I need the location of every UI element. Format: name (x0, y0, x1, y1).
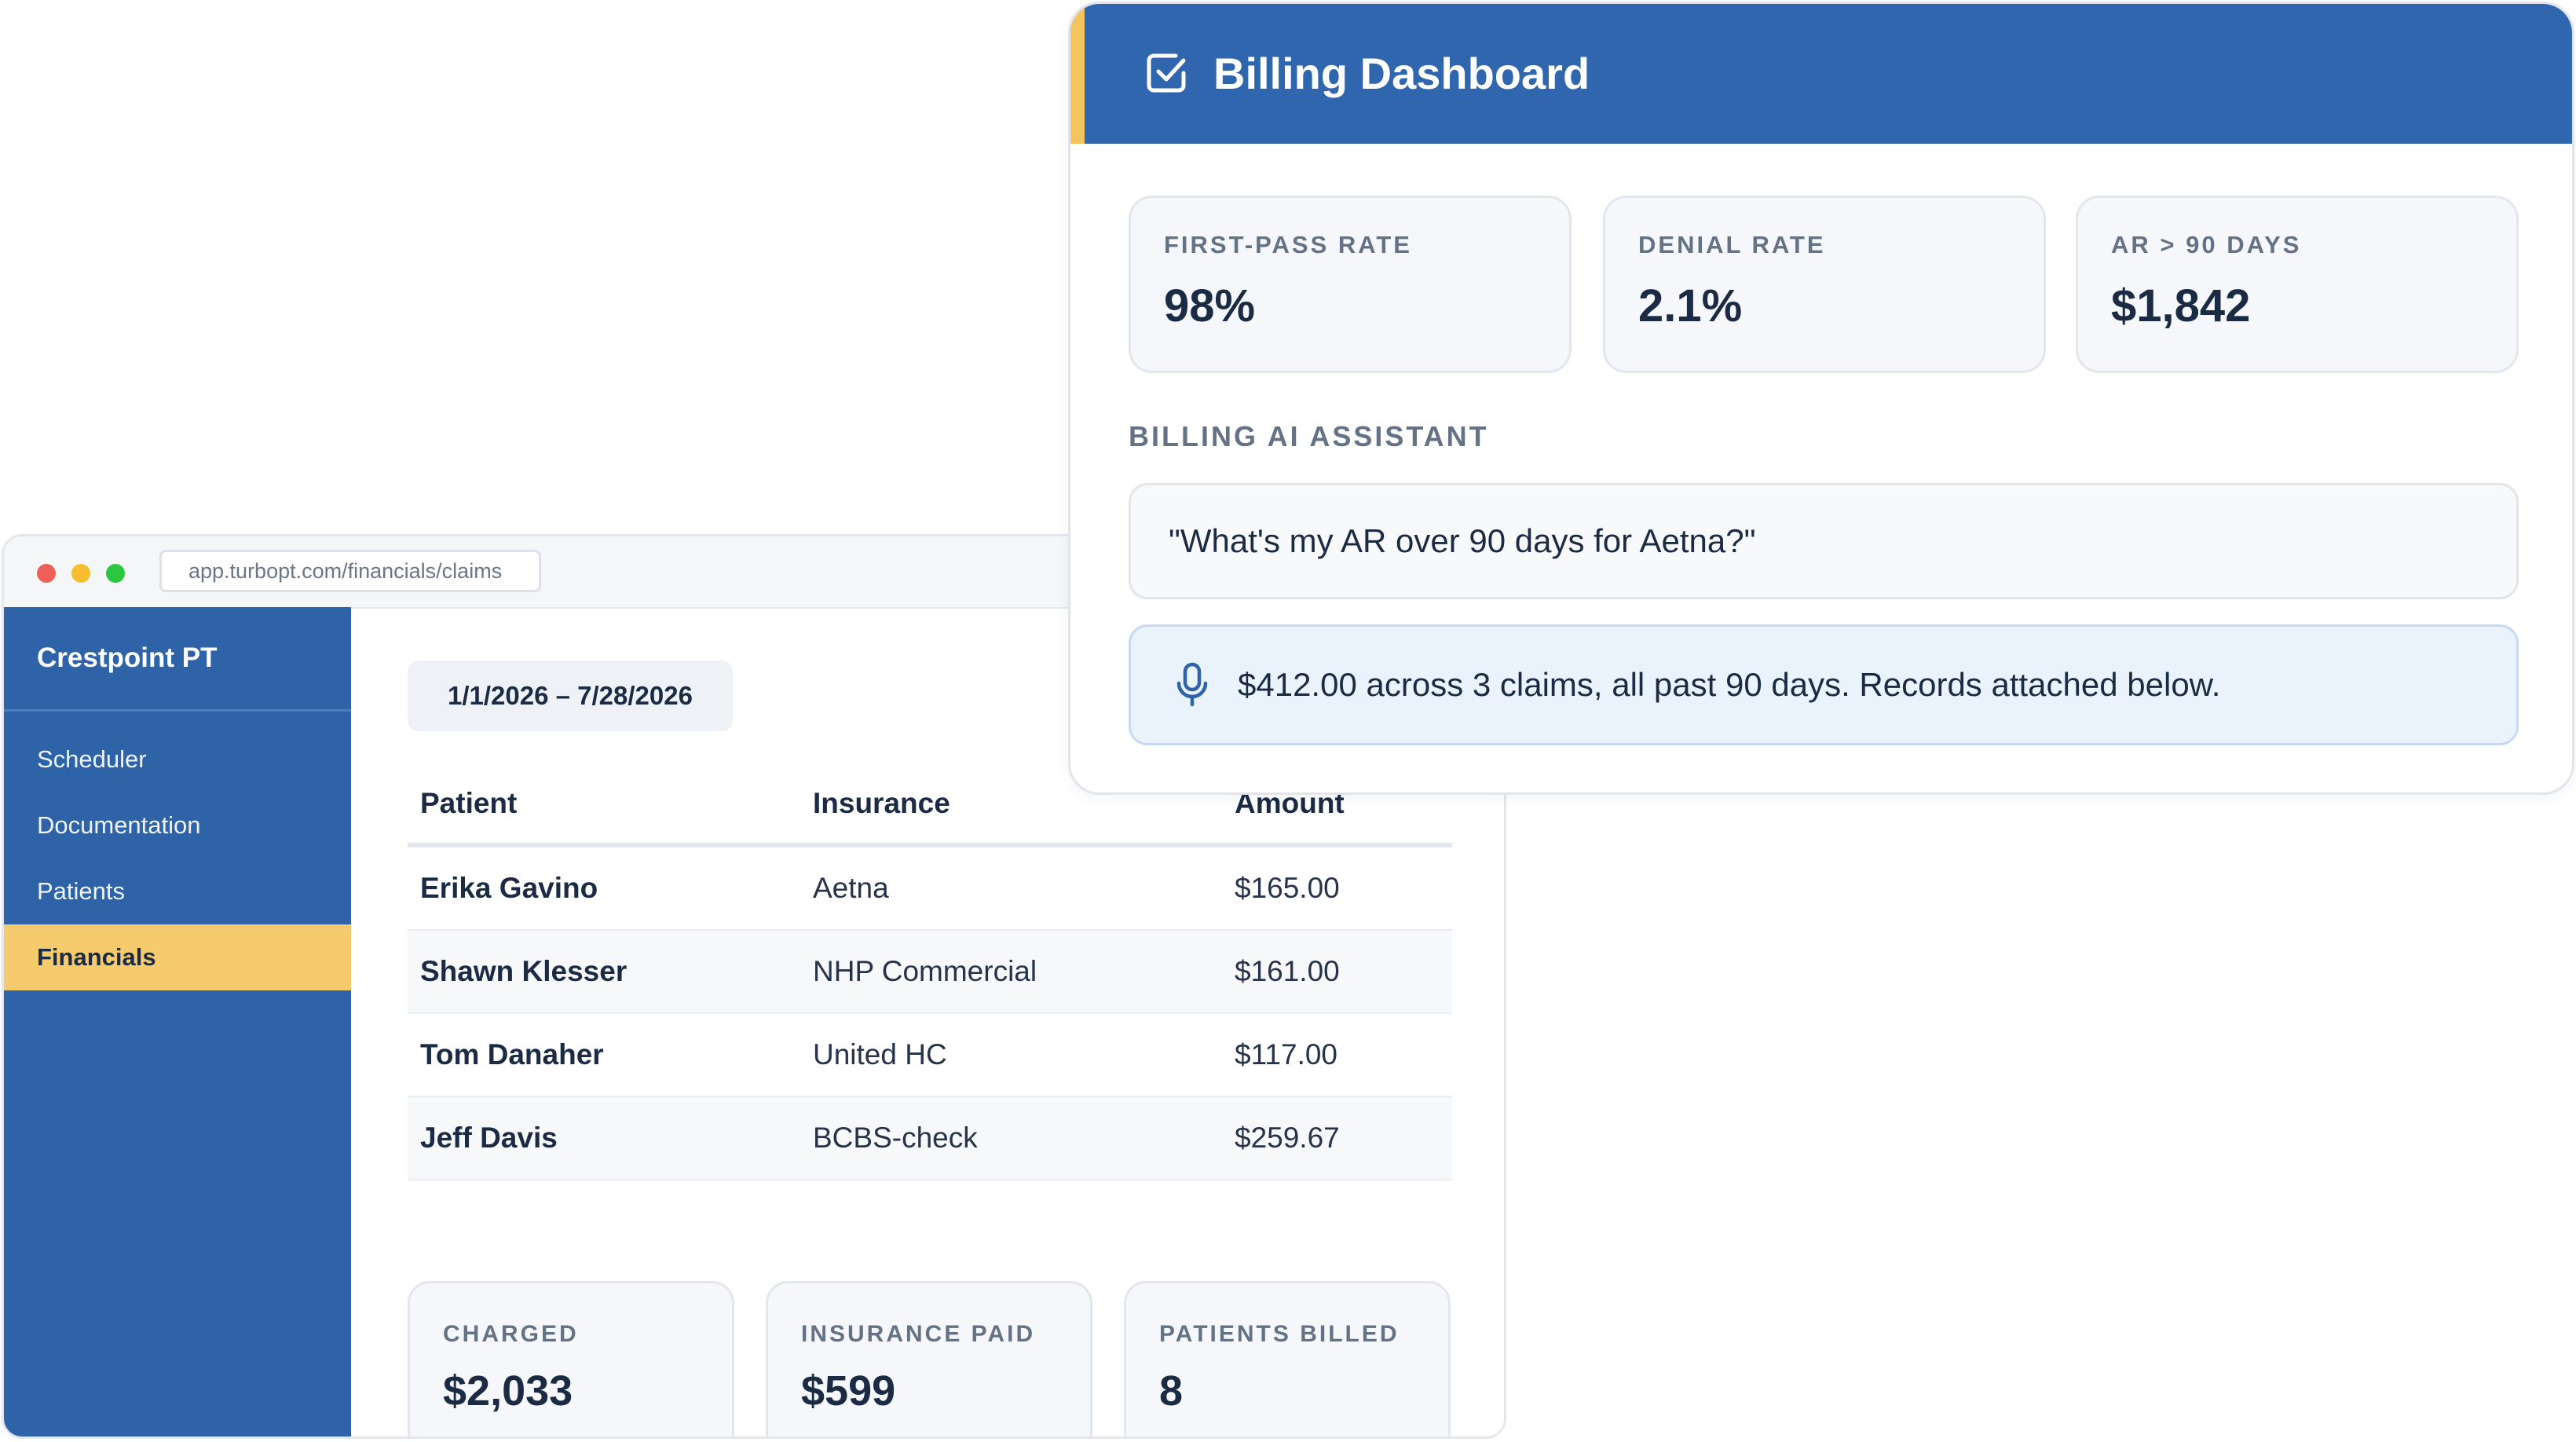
microphone-icon (1176, 662, 1208, 707)
minimize-window-button[interactable] (71, 564, 90, 583)
metric-value: 98% (1164, 280, 1256, 331)
insurance-name: Aetna (813, 872, 889, 904)
table-row[interactable]: Shawn Klesser NHP Commercial $161.00 (408, 931, 1452, 1014)
close-window-button[interactable] (37, 564, 56, 583)
checkbox-icon (1147, 53, 1186, 93)
metric-value: $1,842 (2111, 280, 2251, 331)
patient-name: Tom Danaher (420, 1038, 604, 1071)
stat-value: 8 (1159, 1367, 1184, 1415)
address-bar[interactable]: app.turbopt.com/financials/claims (159, 550, 541, 592)
dashboard-title: Billing Dashboard (1213, 49, 1590, 98)
metric-label: FIRST-PASS RATE (1164, 231, 1412, 258)
stat-label: PATIENTS BILLED (1159, 1321, 1400, 1347)
claim-amount: $259.67 (1235, 1122, 1340, 1154)
assistant-answer-text: $412.00 across 3 claims, all past 90 day… (1238, 666, 2221, 703)
stat-card-patients-billed: PATIENTS BILLED 8 (1124, 1281, 1451, 1437)
sidebar: Crestpoint PT Scheduler Documentation Pa… (4, 607, 351, 1437)
column-header-insurance[interactable]: Insurance (813, 764, 950, 843)
insurance-name: NHP Commercial (813, 955, 1037, 987)
stat-value: $2,033 (443, 1367, 573, 1415)
assistant-query-bubble: "What's my AR over 90 days for Aetna?" (1129, 483, 2519, 599)
sidebar-item-documentation[interactable]: Documentation (4, 792, 351, 858)
patient-name: Shawn Klesser (420, 955, 628, 987)
metric-card-ar-over-90-days: AR > 90 DAYS $1,842 (2076, 196, 2519, 373)
stat-card-insurance-paid: INSURANCE PAID $599 (766, 1281, 1092, 1437)
insurance-name: United HC (813, 1038, 947, 1071)
metric-label: AR > 90 DAYS (2111, 231, 2302, 258)
claim-amount: $161.00 (1235, 955, 1340, 987)
claim-amount: $117.00 (1235, 1038, 1337, 1071)
patient-name: Jeff Davis (420, 1122, 558, 1154)
assistant-answer-bubble: $412.00 across 3 claims, all past 90 day… (1129, 624, 2519, 745)
patient-name: Erika Gavino (420, 872, 598, 904)
claims-table: Patient Insurance Amount Erika Gavino Ae… (408, 764, 1452, 1180)
date-range-picker[interactable]: 1/1/2026 – 7/28/2026 (408, 661, 733, 731)
table-row[interactable]: Jeff Davis BCBS-check $259.67 (408, 1097, 1452, 1180)
metric-label: DENIAL RATE (1638, 231, 1826, 258)
dashboard-header: Billing Dashboard (1070, 4, 2572, 144)
table-row[interactable]: Tom Danaher United HC $117.00 (408, 1014, 1452, 1097)
assistant-section-title: BILLING AI ASSISTANT (1129, 420, 1489, 452)
sidebar-item-patients[interactable]: Patients (4, 858, 351, 924)
column-header-patient[interactable]: Patient (420, 764, 517, 843)
header-accent (1070, 4, 1085, 144)
insurance-name: BCBS-check (813, 1122, 978, 1154)
metric-card-first-pass-rate: FIRST-PASS RATE 98% (1129, 196, 1572, 373)
sidebar-item-financials[interactable]: Financials (4, 924, 351, 990)
brand-name: Crestpoint PT (37, 642, 218, 673)
maximize-window-button[interactable] (106, 564, 125, 583)
sidebar-divider (4, 709, 351, 712)
stat-value: $599 (801, 1367, 896, 1415)
metric-card-denial-rate: DENIAL RATE 2.1% (1603, 196, 2046, 373)
stat-card-charged: CHARGED $2,033 (408, 1281, 734, 1437)
table-row[interactable]: Erika Gavino Aetna $165.00 (408, 847, 1452, 931)
claim-amount: $165.00 (1235, 872, 1340, 904)
stat-label: INSURANCE PAID (801, 1321, 1036, 1347)
billing-dashboard-card: Billing Dashboard FIRST-PASS RATE 98% DE… (1068, 2, 2574, 795)
metric-value: 2.1% (1638, 280, 1743, 331)
sidebar-item-scheduler[interactable]: Scheduler (4, 726, 351, 792)
stat-label: CHARGED (443, 1321, 579, 1347)
